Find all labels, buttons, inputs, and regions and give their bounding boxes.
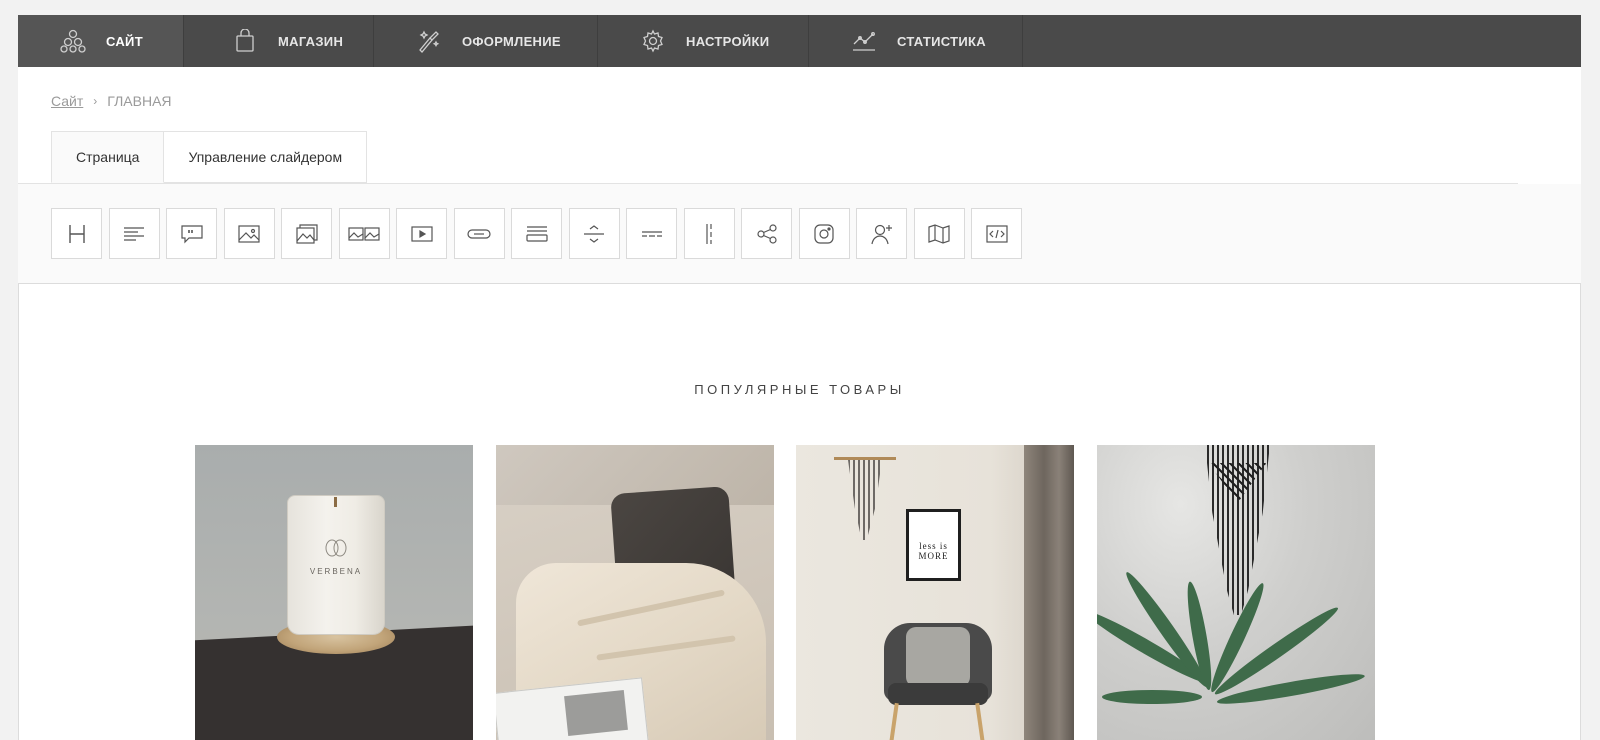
text-icon bbox=[124, 226, 144, 241]
add-subscribe-button[interactable] bbox=[856, 208, 907, 259]
nav-item-settings[interactable]: НАСТРОЙКИ bbox=[598, 15, 809, 67]
tab-slider-management[interactable]: Управление слайдером bbox=[164, 131, 368, 183]
add-map-button[interactable] bbox=[913, 208, 965, 259]
poster-text: less is MORE bbox=[918, 541, 949, 561]
divider-icon bbox=[641, 230, 662, 237]
add-quote-button[interactable] bbox=[166, 208, 217, 259]
tab-page[interactable]: Страница bbox=[51, 131, 165, 183]
section-title: ПОПУЛЯРНЫЕ ТОВАРЫ bbox=[694, 382, 905, 397]
product-card-candle[interactable]: VERBENA bbox=[195, 445, 473, 740]
instagram-icon bbox=[814, 223, 834, 244]
chair-cushion-shape bbox=[906, 627, 970, 687]
add-double-image-button[interactable] bbox=[338, 208, 390, 259]
add-gallery-button[interactable] bbox=[281, 208, 332, 259]
breadcrumb-current: ГЛАВНАЯ bbox=[107, 93, 172, 109]
add-video-button[interactable] bbox=[396, 208, 447, 259]
line-chart-icon bbox=[851, 28, 877, 54]
add-divider-button[interactable] bbox=[626, 208, 677, 259]
curtain-shape bbox=[1024, 445, 1074, 740]
heading-icon bbox=[68, 224, 85, 243]
add-instagram-button[interactable] bbox=[798, 208, 850, 259]
quote-icon bbox=[180, 224, 203, 243]
add-code-button[interactable] bbox=[971, 208, 1022, 259]
magic-brush-icon bbox=[416, 28, 442, 54]
add-columns-button[interactable] bbox=[511, 208, 562, 259]
add-spacer-button[interactable] bbox=[568, 208, 620, 259]
page-canvas: ПОПУЛЯРНЫЕ ТОВАРЫ VERBENA less is MORE bbox=[18, 284, 1581, 740]
video-icon bbox=[410, 225, 433, 242]
nav-item-design[interactable]: ОФОРМЛЕНИЕ bbox=[374, 15, 598, 67]
top-navigation: САЙТ МАГАЗИН ОФОРМЛЕНИЕ НАСТРОЙКИ СТАТИС… bbox=[18, 15, 1581, 67]
add-vertical-divider-button[interactable] bbox=[683, 208, 735, 259]
candle-wick-shape bbox=[334, 497, 337, 507]
nav-label: СТАТИСТИКА bbox=[897, 33, 986, 49]
breadcrumb: Сайт › ГЛАВНАЯ bbox=[51, 93, 172, 109]
subscribe-user-icon bbox=[870, 224, 892, 244]
nav-item-shop[interactable]: МАГАЗИН bbox=[184, 15, 374, 67]
breadcrumb-separator: › bbox=[93, 94, 98, 108]
gallery-icon bbox=[295, 223, 318, 244]
candle-logo-icon bbox=[325, 539, 347, 557]
nav-label: НАСТРОЙКИ bbox=[686, 33, 770, 49]
map-icon bbox=[928, 223, 950, 244]
nav-item-site[interactable]: САЙТ bbox=[18, 15, 184, 67]
chair-seat-shape bbox=[888, 683, 988, 705]
add-heading-button[interactable] bbox=[51, 208, 102, 259]
product-grid: VERBENA less is MORE bbox=[195, 445, 1375, 740]
product-card-chair[interactable]: less is MORE bbox=[796, 445, 1074, 740]
shopping-bag-icon bbox=[232, 28, 258, 54]
block-toolbar-area bbox=[18, 184, 1581, 284]
breadcrumb-link-site[interactable]: Сайт bbox=[51, 93, 83, 109]
spacer-icon bbox=[584, 224, 604, 243]
image-icon bbox=[238, 224, 260, 243]
nav-label: САЙТ bbox=[106, 33, 143, 49]
code-icon bbox=[985, 224, 1008, 243]
macrame-rod-shape bbox=[834, 457, 896, 460]
add-button-button[interactable] bbox=[453, 208, 505, 259]
product-card-pillow[interactable] bbox=[495, 445, 774, 740]
columns-icon bbox=[525, 225, 548, 242]
button-icon bbox=[467, 228, 491, 239]
gear-icon bbox=[640, 28, 666, 54]
app-window: САЙТ МАГАЗИН ОФОРМЛЕНИЕ НАСТРОЙКИ СТАТИС… bbox=[18, 15, 1581, 740]
add-text-button[interactable] bbox=[108, 208, 160, 259]
double-image-icon bbox=[348, 226, 380, 241]
tab-bar: Страница Управление слайдером bbox=[51, 131, 368, 183]
product-card-palm[interactable] bbox=[1096, 445, 1375, 740]
nav-label: МАГАЗИН bbox=[278, 33, 344, 49]
candle-jar-shape bbox=[287, 495, 385, 635]
palm-leaf bbox=[1101, 690, 1202, 704]
vertical-divider-icon bbox=[706, 223, 712, 244]
add-share-button[interactable] bbox=[741, 208, 792, 259]
nav-label: ОФОРМЛЕНИЕ bbox=[462, 33, 561, 49]
candle-brand-label: VERBENA bbox=[309, 567, 363, 576]
add-image-button[interactable] bbox=[223, 208, 275, 259]
site-circles-icon bbox=[60, 28, 86, 54]
nav-item-statistics[interactable]: СТАТИСТИКА bbox=[809, 15, 1023, 67]
block-toolbar bbox=[51, 208, 1029, 259]
chair-leg bbox=[975, 702, 985, 740]
macrame-shape bbox=[848, 460, 882, 540]
magazine-photo-shape bbox=[563, 689, 628, 737]
chair-leg bbox=[889, 702, 899, 740]
share-icon bbox=[756, 223, 777, 244]
